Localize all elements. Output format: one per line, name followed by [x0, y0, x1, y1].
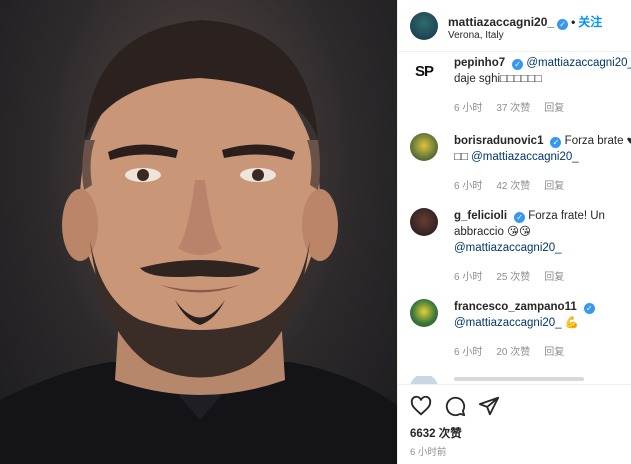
comment-icon[interactable]	[444, 395, 466, 417]
mention-link[interactable]: @mattiazaccagni20_	[454, 317, 562, 329]
comment-list[interactable]: SP pepinho7 ✓ @mattiazaccagni20_ daje sgh…	[398, 53, 631, 375]
post-actions: 6632 次赞 6 小时前	[398, 384, 631, 464]
separator-dot: •	[571, 15, 576, 29]
commenter-username[interactable]: g_felicioli	[454, 210, 507, 222]
comment-content: abbraccio 😘😘	[454, 226, 532, 238]
mention-link[interactable]: @mattiazaccagni20_	[454, 242, 562, 254]
comment-time: 6 小时	[454, 103, 483, 114]
post-header: mattiazaccagni20_ ✓ • 关注 Verona, Italy	[398, 0, 631, 52]
post-sidebar: mattiazaccagni20_ ✓ • 关注 Verona, Italy SP p…	[397, 0, 631, 464]
heart-icon[interactable]	[410, 395, 432, 417]
author-username[interactable]: mattiazaccagni20_	[448, 15, 554, 29]
comment-content: daje sghi□□□□□□	[454, 73, 542, 85]
commenter-username[interactable]: borisradunovic1	[454, 135, 543, 147]
reply-button[interactable]: 回复	[544, 103, 564, 114]
comment-time: 6 小时	[454, 272, 483, 283]
mention-link[interactable]: @mattiazaccagni20_	[471, 151, 579, 163]
comment-text: g_felicioli ✓ Forza frate! Un abbraccio 😘…	[454, 208, 631, 256]
verified-badge-icon: ✓	[514, 212, 526, 223]
commenter-username[interactable]: pepinho7	[454, 57, 505, 69]
commenter-username[interactable]: francesco_zampano11	[454, 301, 577, 313]
reply-button[interactable]: 回复	[544, 347, 564, 358]
verified-badge-icon: ✓	[557, 19, 569, 30]
post-location[interactable]: Verona, Italy	[448, 30, 504, 41]
portrait-illustration	[0, 20, 397, 464]
comment-content: □□	[454, 151, 468, 163]
comment-meta: 6 小时 37 次赞 回复	[454, 99, 578, 114]
comment-text: francesco_zampano11 ✓ @mattiazaccagni20_ …	[454, 299, 631, 331]
reply-button[interactable]: 回复	[544, 181, 564, 192]
comment-placeholder	[454, 377, 584, 381]
heart-emoji: ♥	[626, 135, 631, 147]
mention-link[interactable]: @mattiazaccagni20_	[526, 57, 631, 69]
author-line: mattiazaccagni20_ ✓ • 关注	[448, 13, 602, 30]
comment-likes[interactable]: 42 次赞	[496, 181, 530, 192]
commenter-avatar[interactable]	[410, 133, 438, 161]
comment-content: Forza frate! Un	[528, 210, 605, 222]
comment-content: Forza brate	[564, 135, 624, 147]
verified-badge-icon: ✓	[550, 137, 562, 148]
comment-likes[interactable]: 37 次赞	[496, 103, 530, 114]
comment-meta: 6 小时 25 次赞 回复	[454, 268, 578, 283]
share-icon[interactable]	[478, 395, 500, 417]
follow-button[interactable]: 关注	[578, 15, 602, 29]
comment-likes[interactable]: 25 次赞	[496, 272, 530, 283]
commenter-avatar[interactable]	[410, 208, 438, 236]
likes-count[interactable]: 6632 次赞	[410, 425, 462, 441]
comment-text: borisradunovic1 ✓ Forza brate ♥ □□ @matti…	[454, 133, 631, 165]
commenter-avatar[interactable]: SP	[410, 57, 438, 85]
partial-comment	[398, 376, 631, 384]
author-avatar[interactable]	[410, 12, 438, 40]
comment-text: pepinho7 ✓ @mattiazaccagni20_ daje sghi□□…	[454, 55, 631, 87]
comment-time: 6 小时	[454, 347, 483, 358]
comment-time: 6 小时	[454, 181, 483, 192]
post-time: 6 小时前	[410, 447, 447, 458]
commenter-avatar	[410, 376, 438, 384]
comment-meta: 6 小时 42 次赞 回复	[454, 177, 578, 192]
verified-badge-icon: ✓	[512, 59, 524, 70]
comment-likes[interactable]: 20 次赞	[496, 347, 530, 358]
post-photo	[0, 0, 397, 464]
comment-meta: 6 小时 20 次赞 回复	[454, 343, 578, 358]
avatar-monogram: SP	[414, 62, 434, 80]
commenter-avatar[interactable]	[410, 299, 438, 327]
flexed-biceps-emoji: 💪	[564, 317, 580, 329]
verified-badge-icon: ✓	[583, 303, 595, 314]
reply-button[interactable]: 回复	[544, 272, 564, 283]
